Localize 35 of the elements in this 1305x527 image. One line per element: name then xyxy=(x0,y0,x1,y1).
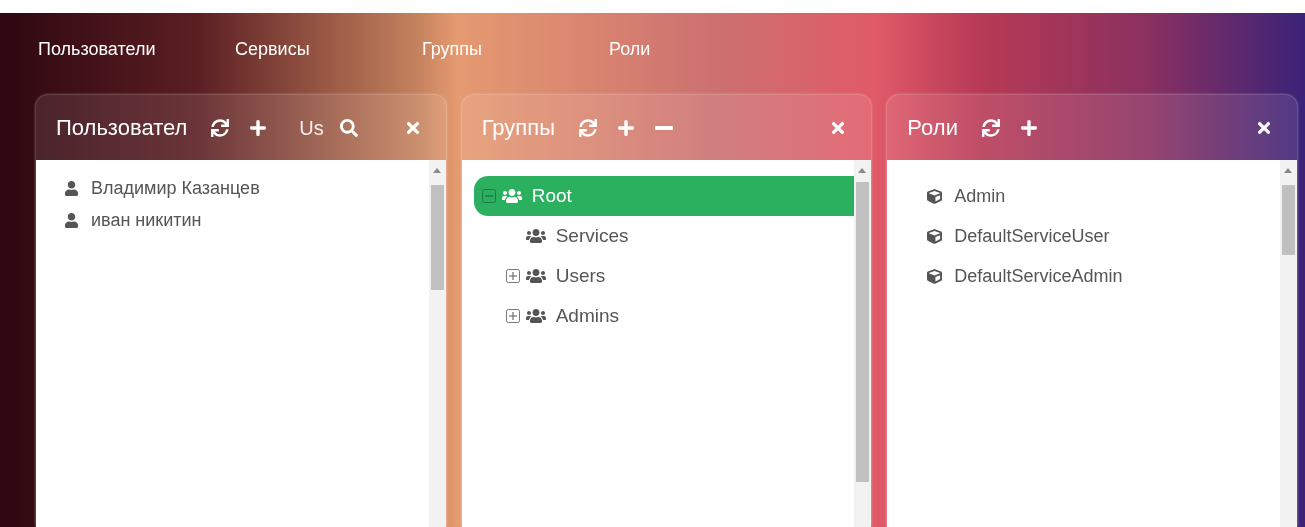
collapse-icon[interactable] xyxy=(481,189,496,203)
minus-icon xyxy=(655,125,673,130)
tree-item[interactable]: Services xyxy=(473,216,855,256)
group-icon xyxy=(501,186,522,206)
cube-icon xyxy=(927,268,943,284)
vertical-scrollbar[interactable] xyxy=(428,160,446,527)
user-icon xyxy=(64,212,79,228)
plus-icon xyxy=(249,118,268,137)
plus-icon xyxy=(617,118,635,137)
refresh-icon xyxy=(579,118,597,137)
search-label: Us xyxy=(299,115,324,141)
vertical-scrollbar[interactable] xyxy=(1280,160,1297,527)
role-item[interactable]: Admin xyxy=(899,176,1280,216)
expand-icon[interactable] xyxy=(505,309,520,323)
group-icon xyxy=(525,306,546,326)
refresh-icon xyxy=(981,118,1000,137)
expand-icon[interactable] xyxy=(505,269,520,283)
role-item[interactable]: DefaultServiceUser xyxy=(899,216,1280,256)
panel-title: Роли xyxy=(907,114,958,142)
role-item[interactable]: DefaultServiceAdmin xyxy=(899,256,1280,296)
group-icon xyxy=(525,266,546,286)
search-icon xyxy=(339,118,358,137)
tree-item[interactable]: Admins xyxy=(473,296,855,336)
group-icon xyxy=(525,226,546,246)
nav-link[interactable]: Пользователи xyxy=(38,35,235,63)
vertical-scrollbar[interactable] xyxy=(854,160,872,527)
panel-title: Группы xyxy=(481,114,555,142)
refresh-icon xyxy=(211,118,230,137)
plus-icon xyxy=(1019,118,1038,137)
cube-icon xyxy=(927,188,943,204)
user-icon xyxy=(64,180,79,196)
cube-icon xyxy=(927,228,943,244)
nav-link[interactable]: Сервисы xyxy=(235,35,422,63)
panel-title: Пользовател xyxy=(56,114,188,142)
tree-item[interactable]: Users xyxy=(473,256,855,296)
